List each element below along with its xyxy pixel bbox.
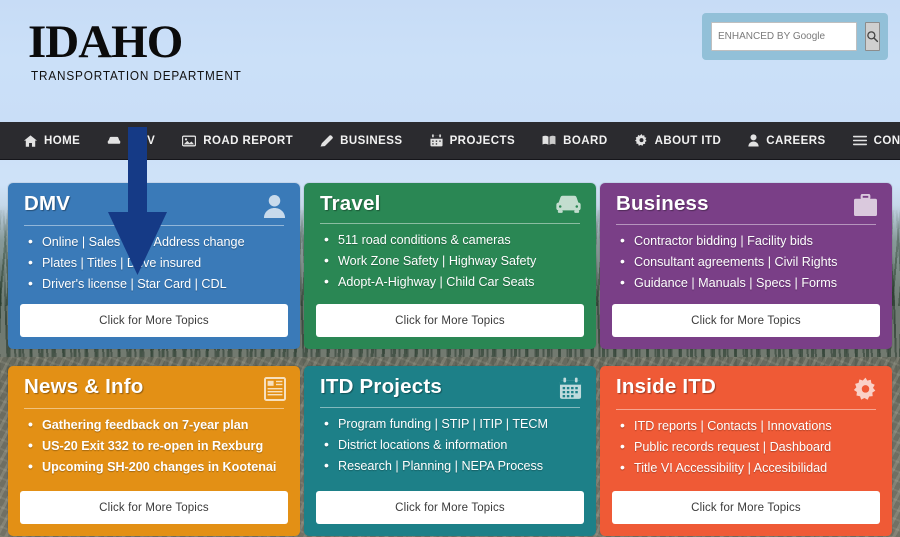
- card-travel[interactable]: Travel 511 road conditions & cameras Wor…: [304, 183, 596, 349]
- list-item[interactable]: Contractor bidding | Facility bids: [618, 230, 880, 252]
- card-dmv-more-button[interactable]: Click for More Topics: [20, 304, 288, 337]
- book-icon: [542, 135, 556, 146]
- nav-label-about-itd: ABOUT ITD: [654, 134, 722, 147]
- site-header: IDAHO TRANSPORTATION DEPARTMENT: [0, 0, 900, 122]
- card-business[interactable]: Business Contractor bidding | Facility b…: [600, 183, 892, 349]
- card-dmv-list: Online | Sales info | Address change Pla…: [26, 231, 288, 295]
- nav-label-business: BUSINESS: [340, 134, 403, 147]
- card-dmv[interactable]: DMV Online | Sales info | Address change…: [8, 183, 300, 349]
- card-news-info-more-button[interactable]: Click for More Topics: [20, 491, 288, 524]
- list-item[interactable]: Plates | Titles | Drive insured: [26, 252, 288, 274]
- list-item[interactable]: Upcoming SH-200 changes in Kootenai: [26, 456, 288, 478]
- nav-item-dmv[interactable]: DMV: [107, 135, 155, 147]
- card-business-list: Contractor bidding | Facility bids Consu…: [618, 230, 880, 294]
- card-business-header: Business: [612, 192, 880, 217]
- list-item[interactable]: Online | Sales info | Address change: [26, 231, 288, 253]
- nav-label-dmv: DMV: [128, 134, 156, 147]
- card-dmv-header: DMV: [20, 192, 288, 218]
- nav-label-road-report: ROAD REPORT: [203, 134, 294, 147]
- card-news-info-list: Gathering feedback on 7-year plan US-20 …: [26, 414, 288, 478]
- person-icon: [263, 194, 286, 218]
- nav-label-projects: PROJECTS: [449, 134, 516, 147]
- card-itd-projects-header: ITD Projects: [316, 375, 584, 400]
- calendar-icon: [430, 134, 443, 147]
- nav-item-contact-us[interactable]: CONTACT US: [852, 134, 900, 147]
- list-item[interactable]: 511 road conditions & cameras: [322, 229, 584, 251]
- card-inside-itd[interactable]: Inside ITD ITD reports | Contacts | Inno…: [600, 366, 892, 536]
- nav-item-about-itd[interactable]: ABOUT ITD: [634, 134, 722, 147]
- card-dmv-divider: [24, 225, 284, 226]
- card-travel-divider: [320, 223, 580, 224]
- briefcase-icon: [853, 194, 878, 217]
- newspaper-icon: [264, 377, 286, 401]
- card-business-more-button[interactable]: Click for More Topics: [612, 304, 880, 337]
- search-box: [702, 13, 888, 60]
- car-icon: [107, 135, 121, 146]
- search-input[interactable]: [711, 22, 857, 51]
- card-itd-projects-title: ITD Projects: [320, 375, 443, 398]
- list-item[interactable]: Adopt-A-Highway | Child Car Seats: [322, 271, 584, 293]
- card-itd-projects-more-button[interactable]: Click for More Topics: [316, 491, 584, 524]
- image-icon: [182, 135, 197, 147]
- home-icon: [24, 134, 37, 147]
- search-icon: [866, 30, 879, 43]
- site-logo[interactable]: IDAHO TRANSPORTATION DEPARTMENT: [28, 17, 255, 83]
- card-itd-projects-divider: [320, 407, 580, 408]
- nav-item-projects[interactable]: PROJECTS: [430, 134, 516, 147]
- card-inside-itd-more-button[interactable]: Click for More Topics: [612, 491, 880, 524]
- logo-subtitle: TRANSPORTATION DEPARTMENT: [31, 69, 242, 83]
- nav-item-home[interactable]: HOME: [24, 135, 80, 147]
- list-item[interactable]: Work Zone Safety | Highway Safety: [322, 250, 584, 272]
- card-itd-projects[interactable]: ITD Projects • Program funding | STIP | …: [304, 366, 596, 536]
- search-button[interactable]: [865, 22, 880, 51]
- list-item[interactable]: Title VI Accessibility | Accesibilidad: [618, 457, 880, 479]
- nav-item-careers[interactable]: CAREERS: [748, 134, 825, 147]
- card-travel-header: Travel: [316, 192, 584, 216]
- list-item[interactable]: Research | Planning | NEPA Process: [322, 455, 584, 477]
- list-icon: [852, 135, 867, 146]
- nav-item-road-report[interactable]: ROAD REPORT: [182, 135, 293, 147]
- card-inside-itd-title: Inside ITD: [616, 375, 716, 398]
- main-navigation: HOME DMV ROAD REPORT BUSINESS PROJECTS B…: [0, 122, 900, 160]
- calendar-icon: [559, 377, 582, 400]
- card-travel-title: Travel: [320, 192, 381, 215]
- nav-label-board: BOARD: [563, 134, 608, 147]
- nav-item-board[interactable]: BOARD: [542, 135, 607, 147]
- card-news-info[interactable]: News & Info • Gathering feedback on 7-ye…: [8, 366, 300, 536]
- card-business-divider: [616, 224, 876, 225]
- list-item[interactable]: Guidance | Manuals | Specs | Forms: [618, 272, 880, 294]
- list-item[interactable]: Public records request | Dashboard: [618, 436, 880, 458]
- list-item[interactable]: ITD reports | Contacts | Innovations: [618, 415, 880, 437]
- logo-wordmark: IDAHO: [28, 16, 183, 68]
- list-item[interactable]: Consultant agreements | Civil Rights: [618, 251, 880, 273]
- card-business-title: Business: [616, 192, 709, 215]
- nav-label-contact-us: CONTACT US: [873, 134, 900, 147]
- list-item[interactable]: Gathering feedback on 7-year plan: [26, 414, 288, 436]
- list-item[interactable]: Driver's license | Star Card | CDL: [26, 273, 288, 295]
- nav-label-home: HOME: [44, 134, 81, 147]
- card-news-info-header: News & Info: [20, 375, 288, 401]
- card-itd-projects-list: Program funding | STIP | ITIP | TECM Dis…: [322, 413, 584, 477]
- list-item[interactable]: US-20 Exit 332 to re-open in Rexburg: [26, 435, 288, 457]
- list-item[interactable]: Program funding | STIP | ITIP | TECM: [322, 413, 584, 435]
- card-news-info-divider: [24, 408, 284, 409]
- gear-icon: [634, 134, 648, 147]
- card-inside-itd-list: ITD reports | Contacts | Innovations Pub…: [618, 415, 880, 479]
- topic-cards-grid: DMV Online | Sales info | Address change…: [0, 173, 900, 537]
- card-news-info-title: News & Info: [24, 375, 144, 398]
- person-icon: [748, 134, 759, 147]
- pencil-icon: [320, 134, 333, 147]
- card-dmv-title: DMV: [24, 192, 71, 215]
- gear-icon: [853, 377, 878, 402]
- card-inside-itd-header: Inside ITD: [612, 375, 880, 402]
- card-travel-list: 511 road conditions & cameras Work Zone …: [322, 229, 584, 293]
- card-inside-itd-divider: [616, 409, 876, 410]
- nav-item-business[interactable]: BUSINESS: [320, 134, 402, 147]
- nav-label-careers: CAREERS: [766, 134, 826, 147]
- list-item[interactable]: District locations & information: [322, 434, 584, 456]
- card-travel-more-button[interactable]: Click for More Topics: [316, 304, 584, 337]
- car-icon: [555, 194, 582, 214]
- page-root: IDAHO TRANSPORTATION DEPARTMENT HOME: [0, 0, 900, 537]
